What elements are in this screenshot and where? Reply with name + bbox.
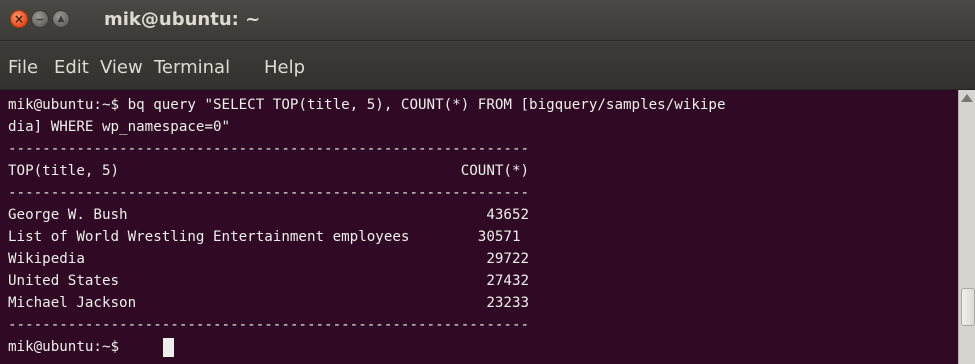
terminal-line: ----------------------------------------… (8, 141, 530, 157)
terminal-line: Wikipedia 29722 (8, 251, 530, 267)
window-title: mik@ubuntu: ~ (104, 9, 261, 30)
menu-terminal[interactable]: Terminal (154, 57, 230, 78)
scrollbar-thumb[interactable] (961, 288, 975, 326)
terminal-line: ----------------------------------------… (8, 317, 530, 333)
menu-view[interactable]: View (100, 57, 143, 78)
close-window-button[interactable]: × (10, 10, 28, 28)
terminal-line: mik@ubuntu:~$ (8, 339, 128, 355)
terminal-line: dia] WHERE wp_namespace=0" (8, 119, 231, 135)
terminal-scrollbar[interactable] (958, 90, 975, 364)
terminal-line: United States 27432 (8, 273, 530, 289)
terminal-line: ----------------------------------------… (8, 185, 530, 201)
minimize-window-button[interactable]: − (31, 10, 49, 28)
terminal-line: List of World Wrestling Entertainment em… (8, 229, 521, 245)
menu-file[interactable]: File (8, 57, 38, 78)
window-titlebar: × − ▲ mik@ubuntu: ~ (0, 0, 975, 41)
menu-help[interactable]: Help (264, 57, 305, 78)
terminal-text: mik@ubuntu:~$ bq query "SELECT TOP(title… (0, 90, 958, 358)
terminal-output[interactable]: mik@ubuntu:~$ bq query "SELECT TOP(title… (0, 90, 958, 364)
menu-edit[interactable]: Edit (54, 57, 89, 78)
terminal-line: TOP(title, 5) COUNT(*) (8, 163, 530, 179)
terminal-cursor (163, 338, 174, 357)
terminal-line: mik@ubuntu:~$ bq query "SELECT TOP(title… (8, 97, 726, 113)
menu-bar: File Edit View Terminal Help (0, 41, 975, 90)
terminal-line: Michael Jackson 23233 (8, 295, 530, 311)
maximize-window-button[interactable]: ▲ (52, 10, 70, 28)
terminal-line: George W. Bush 43652 (8, 207, 530, 223)
scroll-up-arrow-icon[interactable] (961, 94, 973, 102)
